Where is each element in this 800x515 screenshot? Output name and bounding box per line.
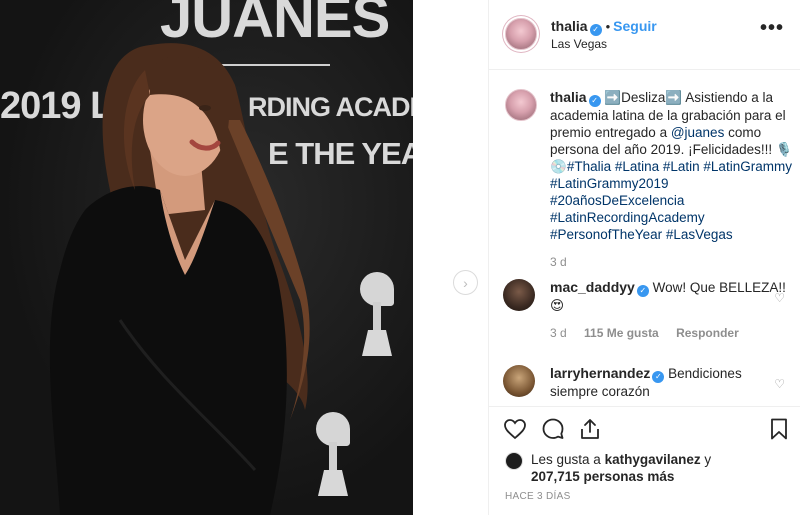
caption-time[interactable]: 3 d [550, 255, 567, 269]
verified-badge-icon: ✓ [652, 371, 665, 383]
carousel-next-button[interactable]: › [453, 270, 478, 295]
mention-link[interactable]: @juanes [671, 125, 725, 140]
caption-username[interactable]: thalia [550, 89, 587, 105]
caption: thalia ✓ ➡️Desliza➡️ Asistiendo a la acad… [503, 89, 793, 269]
like-heart-icon[interactable] [503, 417, 527, 441]
verified-badge-icon: ✓ [588, 95, 601, 107]
post-timestamp[interactable]: HACE 3 DÍAS [505, 491, 571, 502]
hashtags[interactable]: #Thalia #Latina #Latin #LatinGrammy #Lat… [550, 159, 792, 242]
comment-likes[interactable]: 115 Me gusta [584, 326, 659, 340]
comment-meta: 3 d 115 Me gusta Responder [550, 326, 793, 340]
comment-like-heart-icon[interactable]: ♡ [774, 377, 785, 391]
comment-like-heart-icon[interactable]: ♡ [774, 291, 785, 305]
comment-bubble-icon[interactable] [541, 417, 565, 441]
reply-button[interactable]: Responder [676, 326, 739, 340]
verified-badge-icon: ✓ [589, 24, 602, 36]
comment-avatar[interactable] [503, 365, 535, 397]
comment-text: mac_daddyy ✓ Wow! Que BELLEZA!! 😍 [550, 279, 793, 314]
caption-text: thalia ✓ ➡️Desliza➡️ Asistiendo a la acad… [550, 89, 793, 243]
comment-text: larryhernandez ✓ Bendiciones siempre cora… [550, 365, 793, 400]
separator-dot: • [605, 19, 611, 34]
caption-meta: 3 d [550, 255, 793, 269]
liker-avatar[interactable] [505, 452, 523, 470]
comments-list[interactable]: thalia ✓ ➡️Desliza➡️ Asistiendo a la acad… [489, 71, 800, 405]
post-header: thalia ✓ • Seguir Las Vegas ••• [489, 0, 800, 70]
person-figure [49, 43, 310, 515]
comment-username[interactable]: mac_daddyy [550, 279, 635, 295]
comment-avatar[interactable] [503, 279, 535, 311]
likes-text: Les gusta a kathygavilanez y 207,715 per… [531, 452, 712, 484]
location-link[interactable]: Las Vegas [551, 37, 607, 51]
more-options-icon[interactable]: ••• [760, 18, 784, 38]
comment-time[interactable]: 3 d [550, 326, 567, 340]
likes-summary: Les gusta a kathygavilanez y 207,715 per… [505, 451, 711, 485]
caption-avatar[interactable] [505, 89, 537, 121]
comment-item: larryhernandez ✓ Bendiciones siempre cora… [503, 365, 793, 400]
post-details-panel: thalia ✓ • Seguir Las Vegas ••• thalia ✓ ➡️D… [488, 0, 800, 515]
verified-badge-icon: ✓ [636, 285, 649, 297]
post-actions: Les gusta a kathygavilanez y 207,715 per… [489, 406, 800, 515]
username-link[interactable]: thalia [551, 18, 588, 34]
comment-username[interactable]: larryhernandez [550, 365, 650, 381]
likes-count[interactable]: 207,715 personas más [531, 469, 674, 484]
bookmark-icon[interactable] [767, 417, 791, 441]
header-user-line: thalia ✓ • Seguir [551, 18, 657, 36]
chevron-right-icon: › [463, 274, 468, 291]
comment-item: mac_daddyy ✓ Wow! Que BELLEZA!! 😍 3 d 115… [503, 279, 793, 340]
share-icon[interactable] [578, 417, 602, 441]
follow-button[interactable]: Seguir [613, 18, 657, 34]
liker-username[interactable]: kathygavilanez [605, 452, 701, 467]
post-photo[interactable]: JUANES 2019 L RDING ACADEMY® E THE YEAR [0, 0, 413, 515]
profile-avatar[interactable] [505, 18, 537, 50]
